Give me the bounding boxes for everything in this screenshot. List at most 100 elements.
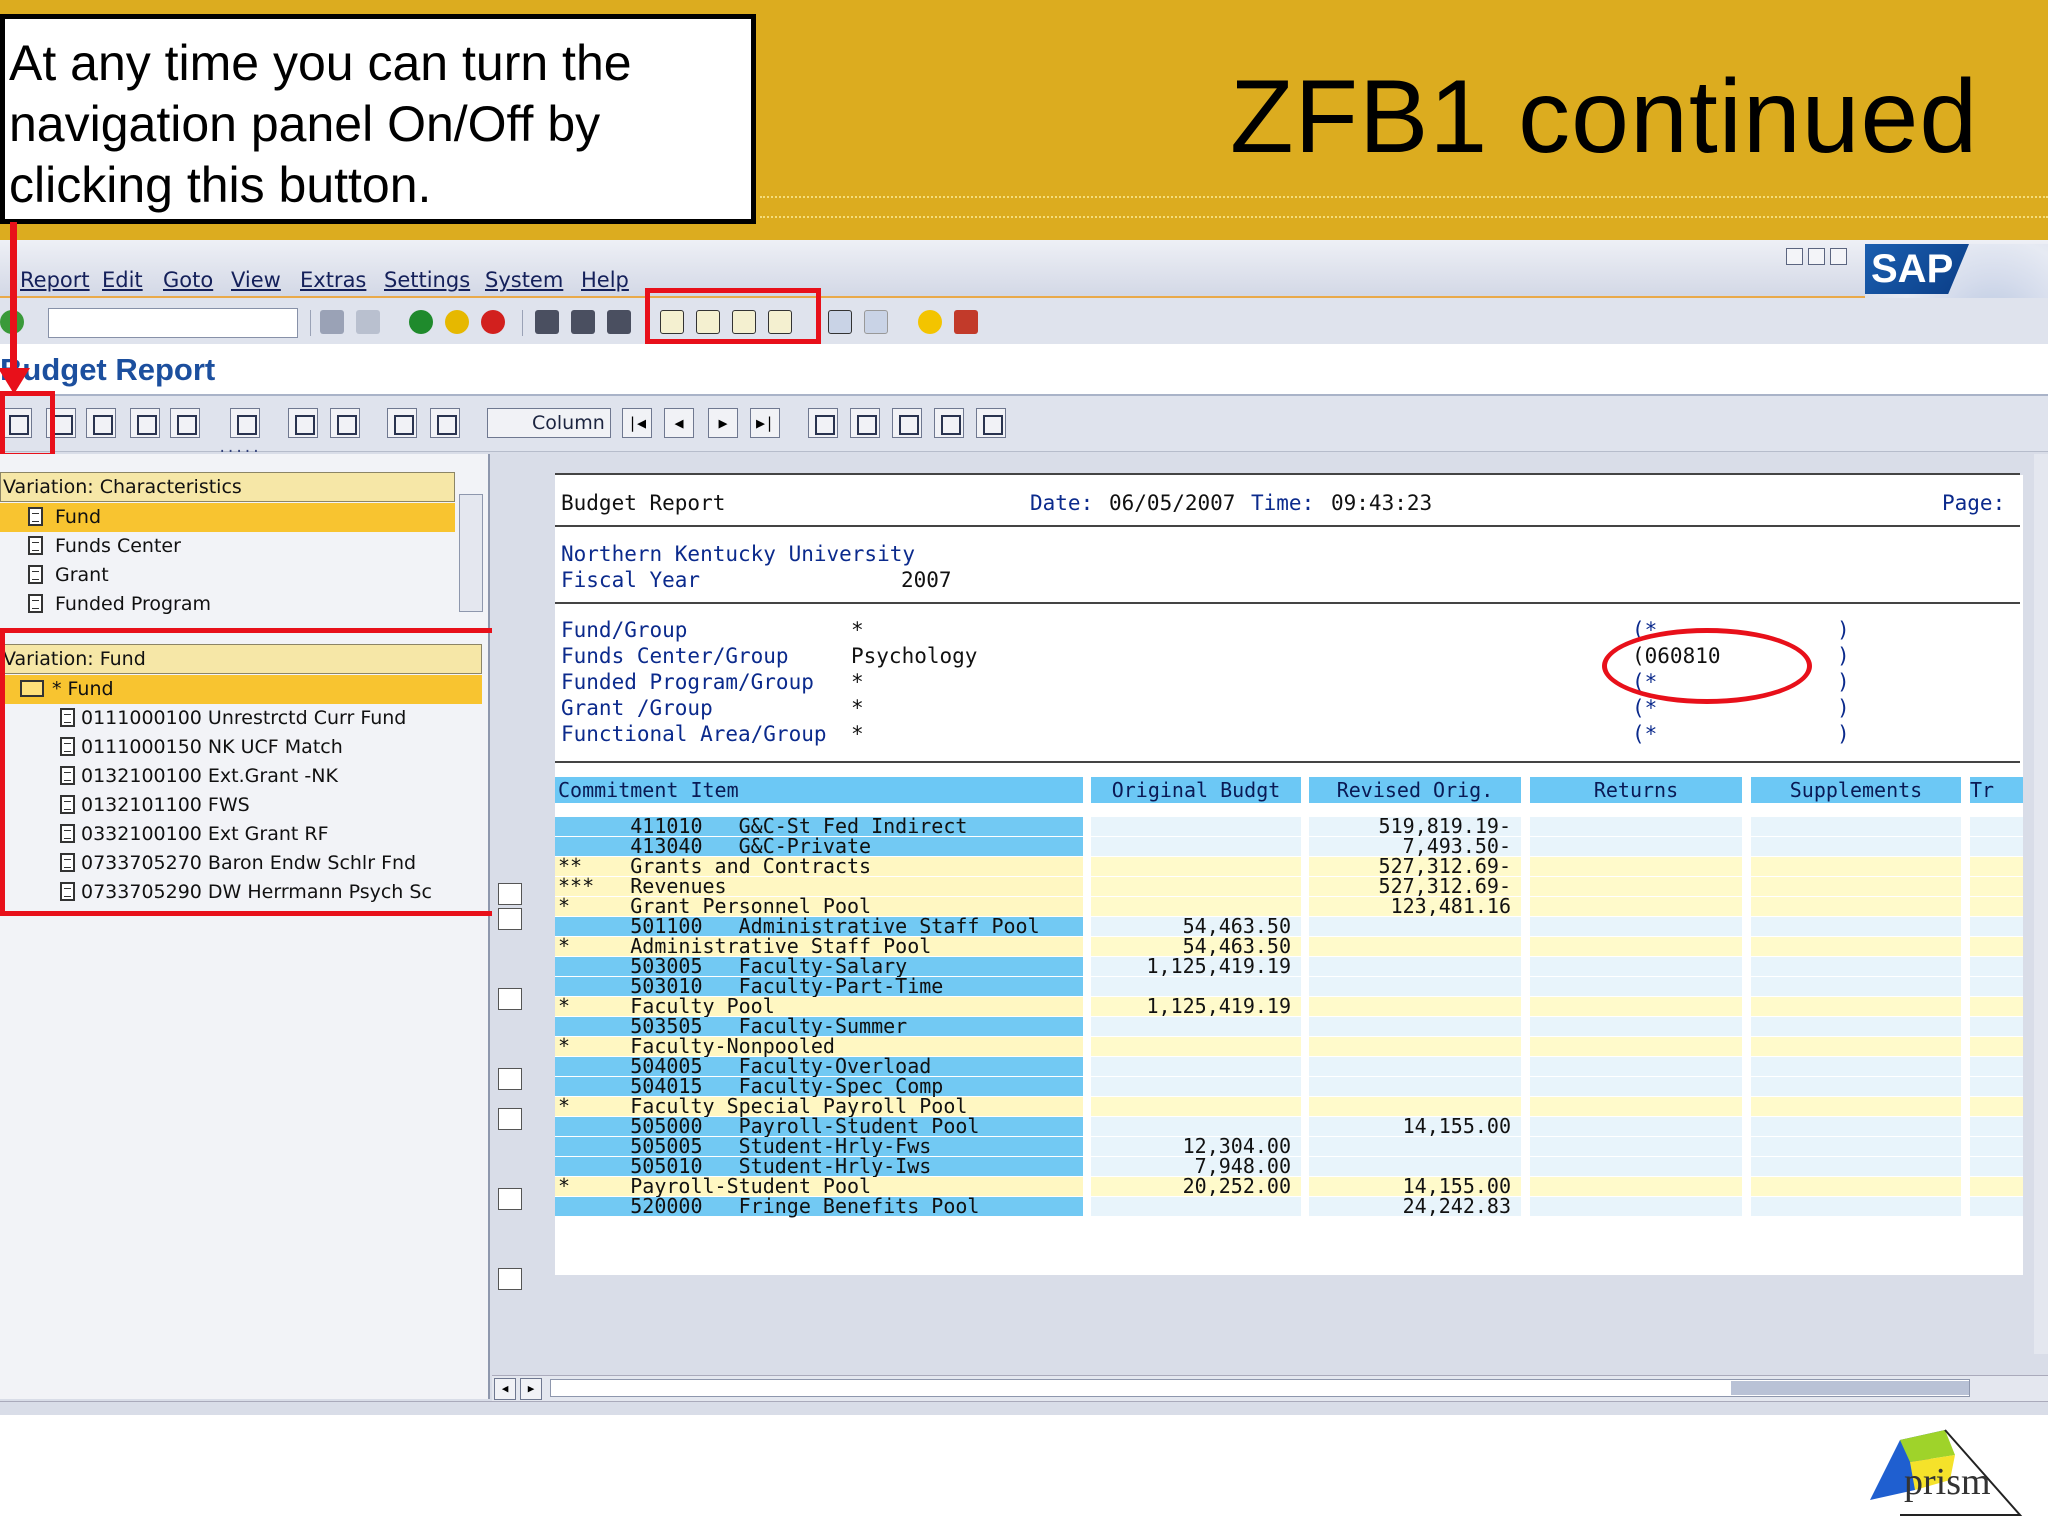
previous-column-icon[interactable]: ◀ [664,408,694,438]
original-budget-cell [1091,877,1301,896]
table-row[interactable]: 520000 Fringe Benefits Pool 24,242.83 [555,1196,2023,1217]
menu-settings[interactable]: Settings [384,268,470,292]
tree-level-icon[interactable] [976,408,1006,438]
horizontal-scroll-thumb[interactable] [1731,1381,1969,1395]
columns-icon[interactable] [330,408,360,438]
callout-pointer-line [10,222,17,382]
scroll-right-icon[interactable]: ▶ [520,1378,542,1400]
sort-icon[interactable] [430,408,460,438]
horizontal-scrollbar[interactable]: ◀ ▶ [492,1375,2048,1401]
find-icon[interactable] [571,310,595,334]
find-next-icon[interactable] [607,310,631,334]
original-budget-cell: 1,125,419.19 [1091,996,1301,1016]
supplements-cell [1751,877,1961,896]
spreadsheet-icon[interactable] [130,408,160,438]
transfers-cell [1970,917,2023,936]
original-budget-cell [1091,857,1301,876]
prism-logo-text: prism [1904,1461,1991,1503]
returns-cell [1530,1057,1742,1076]
supplements-cell [1751,897,1961,916]
transfers-cell [1970,1017,2023,1036]
navigation-panel: Variation: Characteristics Fund Funds Ce… [0,454,490,1399]
revised-original-cell [1309,1017,1521,1036]
help-icon[interactable] [918,310,942,334]
back-arrow-icon[interactable] [320,310,344,334]
transfers-cell [1970,1177,2023,1196]
returns-cell [1530,1017,1742,1036]
horizontal-scroll-track[interactable] [550,1379,1970,1397]
subtotal-marker-icon[interactable] [498,1188,522,1210]
revised-original-cell [1309,957,1521,976]
layout-menu-icon[interactable] [954,310,978,334]
callout-line-1: At any time you can turn the [9,35,632,91]
supplements-cell [1751,977,1961,996]
first-column-icon[interactable]: |◀ [622,408,652,438]
close-window-icon[interactable] [1830,248,1847,265]
minimize-icon[interactable] [1786,248,1803,265]
column-button[interactable]: Column [487,408,611,438]
hierarchy-icon[interactable] [86,408,116,438]
transfers-cell [1970,1057,2023,1076]
restore-icon[interactable] [1808,248,1825,265]
tree-collapse-icon[interactable] [892,408,922,438]
print-preview-icon[interactable] [387,408,417,438]
returns-cell [1530,1157,1742,1176]
revised-original-cell [1309,1077,1521,1096]
exit-icon[interactable] [445,310,469,334]
supplements-cell [1751,1097,1961,1116]
characteristic-item[interactable]: Funded Program [0,590,455,619]
cancel-icon[interactable] [481,310,505,334]
menu-view[interactable]: View [231,268,281,292]
original-budget-cell: 20,252.00 [1091,1176,1301,1196]
menu-edit[interactable]: Edit [102,268,143,292]
returns-cell [1530,837,1742,856]
subtotal-marker-icon[interactable] [498,988,522,1010]
transfers-cell [1970,1157,2023,1176]
shortcut-icon[interactable] [864,310,888,334]
supplements-cell [1751,957,1961,976]
window-controls [1786,248,1852,269]
filter-icon[interactable] [230,408,260,438]
select-icon[interactable] [288,408,318,438]
next-column-icon[interactable]: ▶ [708,408,738,438]
supplements-cell [1751,1157,1961,1176]
save-icon[interactable] [356,310,380,334]
subtotal-marker-icon[interactable] [498,1268,522,1290]
callout-line-3: clicking this button. [9,157,432,213]
supplements-cell [1751,1077,1961,1096]
tree-subtree-icon[interactable] [934,408,964,438]
info-icon[interactable] [170,408,200,438]
table-row[interactable]: ** Grants and Contracts 527,312.69- [555,856,2023,877]
expand-icon[interactable] [808,408,838,438]
subtotal-marker-icon[interactable] [498,1108,522,1130]
new-session-icon[interactable] [828,310,852,334]
returns-cell [1530,817,1742,836]
panel-splitter[interactable]: ..... [218,440,260,456]
command-field[interactable] [48,308,298,338]
supplements-cell [1751,1057,1961,1076]
subtotal-marker-icon[interactable] [498,908,522,930]
scroll-left-icon[interactable]: ◀ [494,1378,516,1400]
characteristics-scrollbar[interactable] [459,494,483,612]
menu-extras[interactable]: Extras [300,268,366,292]
print-icon[interactable] [535,310,559,334]
menu-goto[interactable]: Goto [163,268,213,292]
report-rows: 411010 G&C-St Fed Indirect 519,819.19- 41… [555,475,2023,1275]
vertical-scrollbar[interactable] [2034,454,2048,1354]
back-icon[interactable] [409,310,433,334]
revised-original-cell: 14,155.00 [1309,1116,1521,1136]
characteristic-item[interactable]: Funds Center [0,532,455,561]
tree-expand-icon[interactable] [850,408,880,438]
supplements-cell [1751,917,1961,936]
supplements-cell [1751,817,1961,836]
subtotal-marker-icon[interactable] [498,1068,522,1090]
subtotal-marker-icon[interactable] [498,883,522,905]
menu-system[interactable]: System [485,268,563,292]
characteristic-item[interactable]: Fund [0,503,455,532]
last-column-icon[interactable]: ▶| [750,408,780,438]
characteristic-item[interactable]: Grant [0,561,455,590]
menu-help[interactable]: Help [581,268,629,292]
menu-report[interactable]: Report [20,268,90,292]
transfers-cell [1970,857,2023,876]
returns-cell [1530,997,1742,1016]
